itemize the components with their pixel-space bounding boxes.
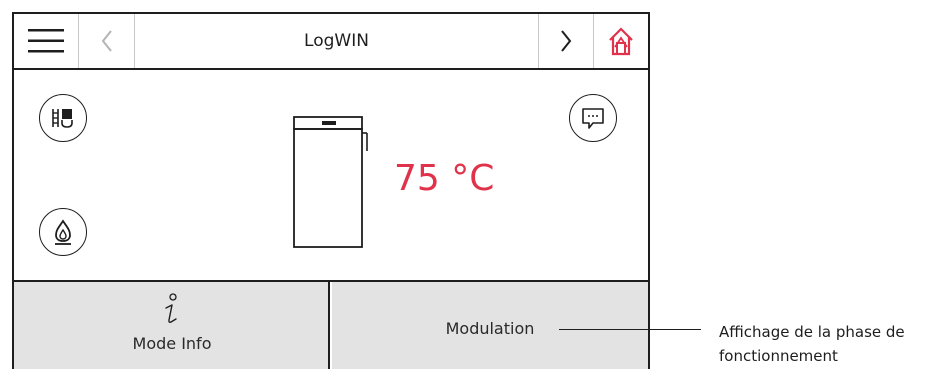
next-button[interactable]	[538, 14, 594, 68]
top-bar: LogWIN	[14, 14, 648, 70]
message-button[interactable]	[569, 94, 617, 142]
main-area: 75 °C	[14, 70, 648, 280]
page-title: LogWIN	[304, 31, 369, 51]
boiler-icon	[293, 116, 368, 248]
mode-info-label: Mode Info	[132, 334, 212, 353]
dhw-button[interactable]	[39, 94, 87, 142]
device-screen: LogWIN 75 °C Mode Info Modulation	[12, 12, 650, 369]
info-icon	[165, 293, 177, 323]
chevron-right-icon	[561, 30, 572, 52]
annotation-leader-line	[559, 329, 701, 330]
mode-info-button[interactable]: Mode Info	[14, 282, 330, 369]
modulation-panel: Modulation	[332, 282, 648, 369]
chevron-left-icon	[101, 30, 112, 52]
menu-button[interactable]	[14, 14, 79, 68]
hamburger-menu-icon	[28, 29, 64, 53]
bottom-bar: Mode Info Modulation	[14, 280, 648, 369]
home-icon	[609, 27, 633, 56]
annotation-text: Affichage de la phase de fonctionnement	[719, 323, 905, 365]
flame-button[interactable]	[39, 208, 87, 256]
back-button[interactable]	[79, 14, 135, 68]
flame-icon	[55, 219, 71, 245]
dhw-icon	[52, 109, 73, 128]
temperature-readout: 75 °C	[394, 158, 495, 199]
home-button[interactable]	[594, 14, 648, 68]
message-icon	[582, 108, 604, 129]
